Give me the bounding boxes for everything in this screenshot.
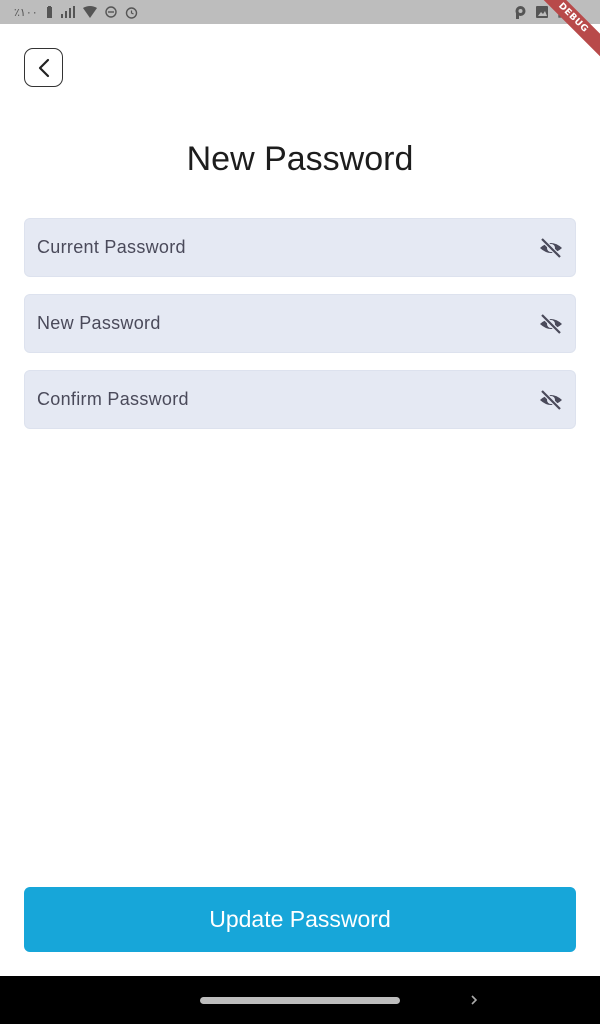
wifi-icon (82, 6, 97, 18)
image-icon (536, 6, 548, 18)
confirm-password-field (24, 370, 576, 429)
home-gesture-handle[interactable] (200, 997, 400, 1004)
current-password-input[interactable] (25, 219, 517, 276)
current-password-field (24, 218, 576, 277)
new-password-input[interactable] (25, 295, 517, 352)
signal-icon (60, 6, 75, 18)
chevron-right-icon[interactable] (467, 992, 481, 1008)
system-nav-bar (0, 976, 600, 1024)
back-button[interactable] (24, 48, 63, 87)
update-password-button[interactable]: Update Password (24, 887, 576, 952)
parking-app-icon (515, 5, 526, 19)
battery-icon (46, 6, 53, 18)
status-left-group: ٪١٠٠ (14, 0, 138, 24)
eye-off-icon[interactable] (539, 388, 563, 412)
alarm-icon (125, 6, 138, 19)
new-password-field (24, 294, 576, 353)
status-bar: ٪١٠٠ DEBUG (0, 0, 600, 63)
chevron-left-icon (37, 58, 51, 78)
do-not-disturb-icon (104, 6, 117, 18)
eye-off-icon[interactable] (539, 236, 563, 260)
page-title: New Password (186, 140, 414, 178)
eye-off-icon[interactable] (539, 312, 563, 336)
battery-percent-text: ٪١٠٠ (14, 6, 38, 19)
confirm-password-input[interactable] (25, 371, 517, 428)
